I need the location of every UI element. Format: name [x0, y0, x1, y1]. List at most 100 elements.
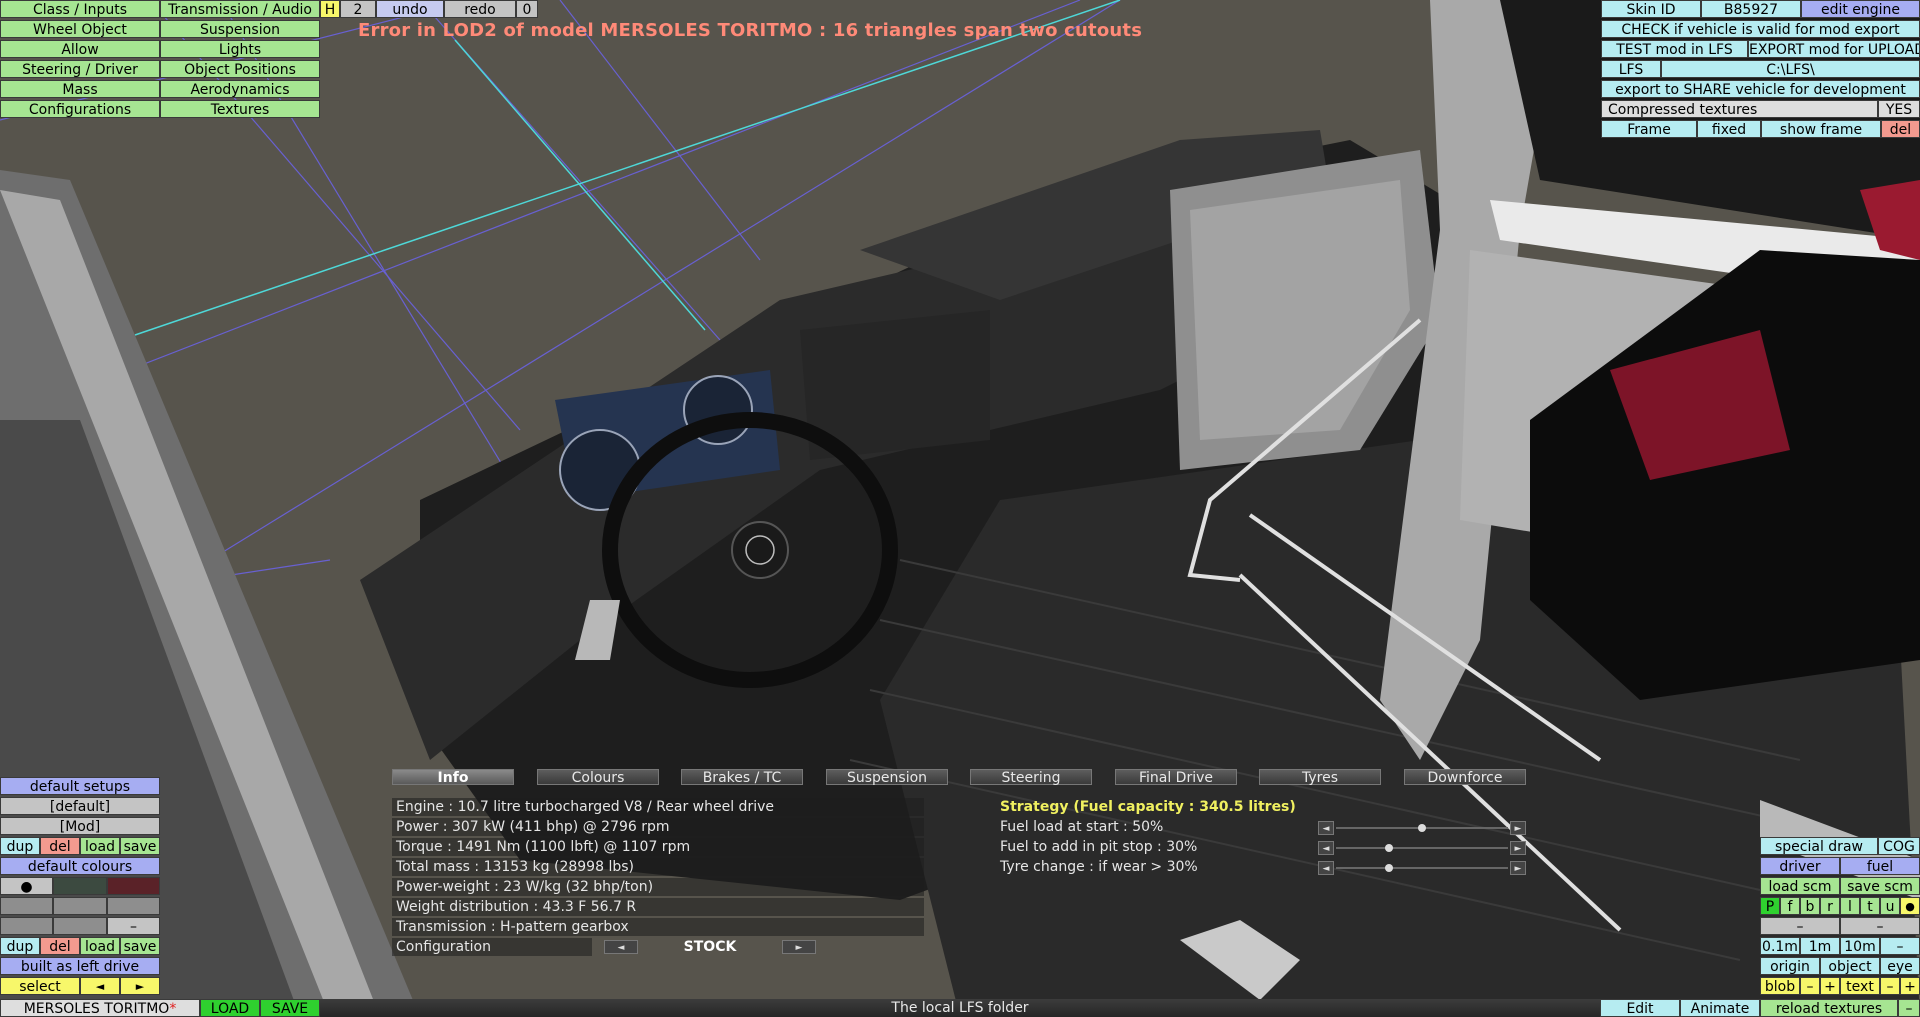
colour-del-button[interactable]: del — [40, 937, 80, 955]
tyre-change-decrease[interactable]: ◄ — [1318, 861, 1334, 875]
check-vehicle-button[interactable]: CHECK if vehicle is valid for mod export — [1601, 20, 1920, 38]
tab-colours[interactable]: Colours — [537, 769, 659, 786]
menu-textures[interactable]: Textures — [160, 100, 320, 118]
lfs-label[interactable]: LFS — [1601, 60, 1661, 78]
compressed-textures-toggle[interactable]: YES — [1878, 100, 1920, 118]
select-prev-button[interactable]: ◄ — [80, 977, 120, 995]
menu-suspension[interactable]: Suspension — [160, 20, 320, 38]
fuel-load-decrease[interactable]: ◄ — [1318, 821, 1334, 835]
reload-textures-button[interactable]: reload textures — [1760, 999, 1898, 1017]
eye-button[interactable]: eye — [1880, 957, 1920, 975]
fuel-load-increase[interactable]: ► — [1510, 821, 1526, 835]
colour-dup-button[interactable]: dup — [0, 937, 40, 955]
fuel-load-knob[interactable] — [1418, 824, 1426, 832]
text-decrease[interactable]: – — [1880, 977, 1900, 995]
blob-decrease[interactable]: – — [1800, 977, 1820, 995]
filter-r-button[interactable]: r — [1820, 897, 1840, 915]
colour-swatch-2[interactable] — [53, 877, 107, 895]
setup-save-button[interactable]: save — [120, 837, 160, 855]
undo-button[interactable]: undo — [376, 0, 444, 18]
default-colours-header[interactable]: default colours — [0, 857, 160, 875]
tab-suspension[interactable]: Suspension — [826, 769, 948, 786]
filter-u-button[interactable]: u — [1880, 897, 1900, 915]
cog-button[interactable]: COG — [1878, 837, 1920, 855]
fuel-pit-increase[interactable]: ► — [1510, 841, 1526, 855]
filter-t-button[interactable]: t — [1860, 897, 1880, 915]
scale-off-button[interactable]: – — [1880, 937, 1920, 955]
reload-textures-extra[interactable]: – — [1898, 999, 1920, 1017]
frame-button[interactable]: Frame — [1601, 120, 1697, 138]
scale-10m-button[interactable]: 10m — [1840, 937, 1880, 955]
fuel-pit-slider[interactable]: ◄ ► — [1318, 841, 1526, 855]
colour-slot-6[interactable]: – — [107, 917, 160, 935]
share-export-button[interactable]: export to SHARE vehicle for development — [1601, 80, 1920, 98]
edit-button[interactable]: Edit — [1600, 999, 1680, 1017]
filter-dot-button[interactable]: ● — [1900, 897, 1920, 915]
special-draw-button[interactable]: special draw — [1760, 837, 1878, 855]
menu-aerodynamics[interactable]: Aerodynamics — [160, 80, 320, 98]
fuel-load-slider[interactable]: ◄ ► — [1318, 821, 1526, 835]
menu-class-inputs[interactable]: Class / Inputs — [0, 0, 160, 18]
tyre-change-increase[interactable]: ► — [1510, 861, 1526, 875]
view-slot-2[interactable]: – — [1840, 917, 1920, 935]
tyre-change-knob[interactable] — [1385, 864, 1394, 872]
text-increase[interactable]: + — [1900, 977, 1920, 995]
menu-mass[interactable]: Mass — [0, 80, 160, 98]
configuration-selector[interactable]: ◄ STOCK ► — [604, 939, 816, 955]
fuel-pit-decrease[interactable]: ◄ — [1318, 841, 1334, 855]
scale-01m-button[interactable]: 0.1m — [1760, 937, 1800, 955]
built-as-left-drive[interactable]: built as left drive — [0, 957, 160, 975]
test-mod-button[interactable]: TEST mod in LFS — [1601, 40, 1748, 58]
filter-b-button[interactable]: b — [1800, 897, 1820, 915]
driver-button[interactable]: driver — [1760, 857, 1840, 875]
colour-slot-5[interactable] — [53, 917, 107, 935]
colour-load-button[interactable]: load — [80, 937, 120, 955]
origin-button[interactable]: origin — [1760, 957, 1820, 975]
colour-slot-3[interactable] — [107, 897, 160, 915]
menu-allow[interactable]: Allow — [0, 40, 160, 58]
filter-f-button[interactable]: f — [1780, 897, 1800, 915]
filter-l-button[interactable]: l — [1840, 897, 1860, 915]
colour-swatch-1[interactable]: ● — [0, 877, 53, 895]
colour-slot-2[interactable] — [53, 897, 107, 915]
select-next-button[interactable]: ► — [120, 977, 160, 995]
skin-id-value[interactable]: B85927 — [1701, 0, 1801, 18]
setup-dup-button[interactable]: dup — [0, 837, 40, 855]
menu-configurations[interactable]: Configurations — [0, 100, 160, 118]
menu-wheel-object[interactable]: Wheel Object — [0, 20, 160, 38]
tab-info[interactable]: Info — [392, 769, 514, 786]
tab-tyres[interactable]: Tyres — [1259, 769, 1381, 786]
blob-increase[interactable]: + — [1820, 977, 1840, 995]
setup-mod[interactable]: [Mod] — [0, 817, 160, 835]
scale-1m-button[interactable]: 1m — [1800, 937, 1840, 955]
lfs-path[interactable]: C:\LFS\ — [1661, 60, 1920, 78]
menu-lights[interactable]: Lights — [160, 40, 320, 58]
del-frame-button[interactable]: del — [1881, 120, 1920, 138]
text-button[interactable]: text — [1840, 977, 1880, 995]
load-vehicle-button[interactable]: LOAD — [200, 999, 260, 1017]
filter-p-button[interactable]: P — [1760, 897, 1780, 915]
colour-swatch-3[interactable] — [107, 877, 160, 895]
load-scm-button[interactable]: load scm — [1760, 877, 1840, 895]
tab-downforce[interactable]: Downforce — [1404, 769, 1526, 786]
default-setups-header[interactable]: default setups — [0, 777, 160, 795]
configuration-next[interactable]: ► — [782, 940, 816, 954]
tyre-change-slider[interactable]: ◄ ► — [1318, 861, 1526, 875]
menu-object-positions[interactable]: Object Positions — [160, 60, 320, 78]
setup-del-button[interactable]: del — [40, 837, 80, 855]
fixed-button[interactable]: fixed — [1697, 120, 1761, 138]
animate-button[interactable]: Animate — [1680, 999, 1760, 1017]
setup-load-button[interactable]: load — [80, 837, 120, 855]
menu-transmission-audio[interactable]: Transmission / Audio — [160, 0, 320, 18]
blob-button[interactable]: blob — [1760, 977, 1800, 995]
show-frame-button[interactable]: show frame — [1761, 120, 1881, 138]
tab-final-drive[interactable]: Final Drive — [1115, 769, 1237, 786]
edit-engine-button[interactable]: edit engine — [1801, 0, 1920, 18]
fuel-button[interactable]: fuel — [1840, 857, 1920, 875]
select-button[interactable]: select — [0, 977, 80, 995]
export-mod-button[interactable]: EXPORT mod for UPLOAD — [1748, 40, 1920, 58]
tab-steering[interactable]: Steering — [970, 769, 1092, 786]
configuration-prev[interactable]: ◄ — [604, 940, 638, 954]
save-vehicle-button[interactable]: SAVE — [260, 999, 320, 1017]
object-button[interactable]: object — [1820, 957, 1880, 975]
